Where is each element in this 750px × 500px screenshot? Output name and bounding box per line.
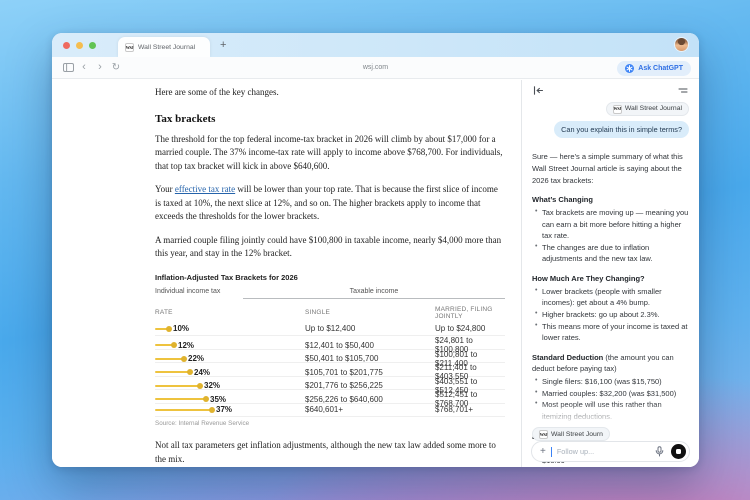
rate-marker [155,342,177,348]
col-header-married: MARRIED, FILING JOINTLY [435,305,493,320]
section-heading: How Much Are They Changing? [532,274,645,284]
tab-title: Wall Street Journal [138,43,196,51]
close-window-button[interactable] [63,41,70,49]
article-pane: Here are some of the key changes. Tax br… [52,80,522,467]
table-row: 10% Up to $12,400 Up to $24,800 [155,323,505,336]
chat-input-bar[interactable]: + [531,441,690,462]
back-icon[interactable]: ‹ [76,60,92,76]
attachment-chip[interactable]: WSJ Wall Street Journal [605,102,689,117]
window-controls [52,41,96,49]
address-bar[interactable]: wsj.com [52,64,699,71]
chatgpt-icon [625,63,635,73]
reload-icon[interactable]: ↻ [108,60,124,76]
table-source: Source: Internal Revenue Service [155,420,250,427]
chatgpt-sidebar: WSJ Wall Street Journal Can you explain … [522,80,699,467]
input-attachment-chip[interactable]: WSJ Wall Street Journ [532,427,610,441]
microphone-icon[interactable] [652,445,666,459]
rate-marker [155,355,187,362]
table-row: 22% $50,401 to $105,700 $100,801 to $211,… [155,350,505,368]
panel-options-icon[interactable] [676,83,690,97]
article-paragraph: Not all tax parameters get inflation adj… [155,440,496,464]
article-intro: Here are some of the key changes. [155,87,279,97]
table-row: 32% $201,776 to $256,225 $403,551 to $512… [155,377,505,395]
chat-thread: WSJ Wall Street Journal Can you explain … [522,100,699,467]
table-title: Inflation-Adjusted Tax Brackets for 2026 [155,272,298,282]
new-tab-button[interactable]: + [220,39,226,51]
zoom-window-button[interactable] [89,41,96,49]
rate-marker [155,369,193,375]
browser-toolbar: ‹ › ↻ wsj.com Ask ChatGPT [52,57,699,79]
article-paragraph: The threshold for the top federal income… [155,133,503,171]
collapse-panel-icon[interactable] [531,83,545,97]
section-heading: What’s Changing [532,195,593,205]
table-row: 12% $12,401 to $50,400 $24,801 to $100,80… [155,336,505,354]
sidebar-header [522,80,699,98]
stop-button[interactable] [671,444,686,459]
tab-wall-street-journal[interactable]: WSJ Wall Street Journal [118,37,210,57]
rate-marker [155,382,203,389]
article-paragraph: A married couple filing jointly could ha… [155,234,502,259]
follow-up-input[interactable] [556,447,647,456]
wsj-favicon-icon: WSJ [125,42,134,52]
col-header-rate: RATE [155,309,173,316]
rate-marker [155,325,172,332]
table-group-right: Taxable income [243,288,505,299]
col-header-single: SINGLE [305,309,331,316]
table-row: 35% $256,226 to $640,600 $512,451 to $768… [155,390,505,408]
wsj-favicon-icon: WSJ [539,429,548,439]
rate-marker [155,396,209,402]
assistant-message: Sure — here’s a simple summary of what t… [532,151,689,466]
article-heading-tax-brackets: Tax brackets [155,112,216,125]
add-attachment-icon[interactable]: + [540,446,546,457]
sidebar-toggle-icon[interactable] [60,60,76,76]
table-group-left: Individual income tax [155,287,221,295]
minimize-window-button[interactable] [76,41,83,49]
wsj-favicon-icon: WSJ [612,104,622,114]
user-avatar[interactable] [675,38,688,51]
table-row: 24% $105,701 to $201,775 $211,401 to $403… [155,363,505,381]
user-message-bubble: Can you explain this in simple terms? [554,121,689,139]
table-row: 37% $640,601+ $768,701+ [155,404,505,417]
article-paragraph: Your effective tax rate will be lower th… [155,184,498,221]
effective-tax-rate-link[interactable]: effective tax rate [175,184,235,194]
forward-icon[interactable]: › [92,60,108,76]
section-heading: Standard Deduction (the amount you can d… [532,352,674,374]
ask-chatgpt-button[interactable]: Ask ChatGPT [617,60,691,76]
rate-marker [155,406,215,413]
text-cursor [550,446,552,457]
tax-brackets-table: Individual income tax Taxable income RAT… [155,287,505,427]
browser-window: WSJ Wall Street Journal + ‹ › ↻ wsj.com … [52,33,699,467]
tab-strip: WSJ Wall Street Journal + [52,33,699,57]
